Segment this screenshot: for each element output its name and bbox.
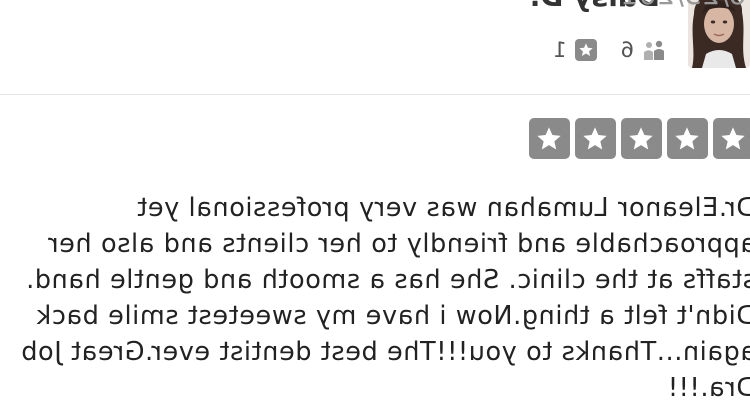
review-text-line: approachable and friendly to her clients…: [47, 229, 750, 259]
review-text-line: again...Thanks to you!!!The best dentist…: [20, 337, 750, 367]
rating-star-icon: [667, 118, 708, 159]
friend-count-stat: 6: [621, 38, 666, 62]
friends-icon: [642, 39, 666, 61]
review-text-line: Dr.Eleanor Lumahan was very professional…: [136, 193, 750, 223]
rating-star-icon: [713, 118, 750, 159]
review-text: Dr.Eleanor Lumahan was very professional…: [20, 190, 750, 406]
review-count-stat: 1: [553, 38, 597, 62]
rating-star-icon: [621, 118, 662, 159]
review-text-line: Didn't felt a thing.Now i have my sweete…: [35, 301, 750, 331]
header-divider: [0, 94, 750, 95]
review-card: Daisy D. 6/25/201 6 1: [0, 0, 750, 416]
star-rating: [529, 118, 750, 159]
review-date: 6/25/201: [621, 0, 747, 11]
review-star-icon: [574, 39, 597, 61]
review-text-line: staffs at the clinic. She has a smooth a…: [25, 265, 750, 295]
rating-star-icon: [529, 118, 570, 159]
review-text-line: Dra.!!!: [667, 373, 750, 403]
rating-star-icon: [575, 118, 616, 159]
friend-count: 6: [620, 38, 634, 62]
reviewer-stats: 6 1: [553, 38, 666, 62]
review-count: 1: [553, 38, 567, 62]
